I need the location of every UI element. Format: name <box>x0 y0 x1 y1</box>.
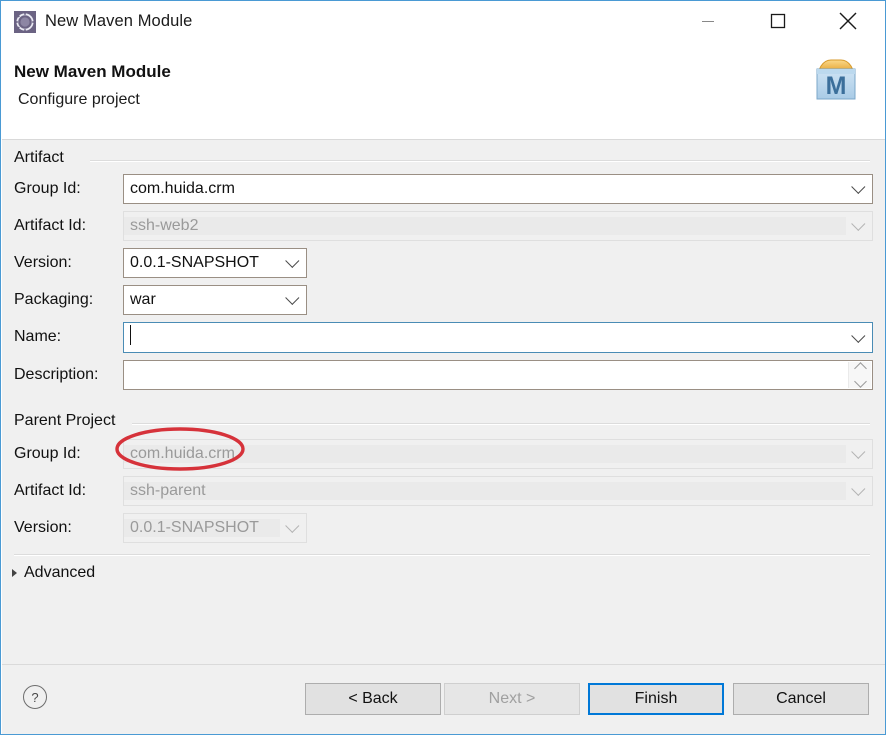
artifact-group-id-value: com.huida.crm <box>124 180 846 198</box>
artifact-packaging-value: war <box>124 291 280 309</box>
form-panel: Artifact Group Id: com.huida.crm Artifac… <box>2 140 885 664</box>
page-title: New Maven Module <box>14 62 171 82</box>
artifact-description-label: Description: <box>14 366 98 384</box>
artifact-description-textarea[interactable] <box>123 360 873 390</box>
minimize-button[interactable] <box>685 1 731 41</box>
maximize-icon <box>770 13 786 29</box>
parent-group-id-combo: com.huida.crm <box>123 439 873 469</box>
artifact-name-combo[interactable] <box>123 322 873 353</box>
minimize-icon <box>701 14 715 28</box>
artifact-group-id-label: Group Id: <box>14 180 81 198</box>
chevron-down-icon[interactable] <box>854 375 867 388</box>
parent-artifact-id-combo: ssh-parent <box>123 476 873 506</box>
parent-group-id-label: Group Id: <box>14 445 81 463</box>
new-maven-module-dialog: New Maven Module New Maven Module Config… <box>0 0 886 735</box>
artifact-group-label: Artifact <box>14 149 72 167</box>
artifact-name-value <box>124 325 846 350</box>
artifact-packaging-label: Packaging: <box>14 291 93 309</box>
back-button[interactable]: < Back <box>305 683 441 715</box>
artifact-artifact-id-label: Artifact Id: <box>14 217 86 235</box>
chevron-down-icon <box>846 477 872 505</box>
chevron-down-icon[interactable] <box>280 249 306 277</box>
chevron-down-icon[interactable] <box>280 286 306 314</box>
parent-artifact-id-value: ssh-parent <box>124 482 846 500</box>
parent-version-value: 0.0.1-SNAPSHOT <box>124 519 280 537</box>
artifact-packaging-combo[interactable]: war <box>123 285 307 315</box>
help-icon[interactable]: ? <box>23 685 47 709</box>
chevron-right-icon <box>12 569 17 577</box>
parent-artifact-id-label: Artifact Id: <box>14 482 86 500</box>
chevron-down-icon <box>846 212 872 240</box>
artifact-group-id-combo[interactable]: com.huida.crm <box>123 174 873 204</box>
text-caret <box>130 325 131 345</box>
maven-m-folder-icon: M <box>809 52 863 104</box>
artifact-artifact-id-value: ssh-web2 <box>124 217 846 235</box>
cancel-button[interactable]: Cancel <box>733 683 869 715</box>
artifact-artifact-id-combo: ssh-web2 <box>123 211 873 241</box>
next-button: Next > <box>444 683 580 715</box>
chevron-down-icon[interactable] <box>846 323 872 352</box>
chevron-down-icon <box>846 440 872 468</box>
artifact-version-combo[interactable]: 0.0.1-SNAPSHOT <box>123 248 307 278</box>
close-button[interactable] <box>825 1 871 41</box>
parent-version-combo: 0.0.1-SNAPSHOT <box>123 513 307 543</box>
parent-project-group-separator <box>132 423 870 425</box>
svg-text:M: M <box>826 72 847 100</box>
chevron-up-icon[interactable] <box>854 362 867 375</box>
advanced-label: Advanced <box>24 564 95 582</box>
chevron-down-icon <box>280 514 306 542</box>
close-icon <box>838 11 858 31</box>
window-title: New Maven Module <box>45 12 192 31</box>
advanced-separator <box>14 554 870 556</box>
chevron-down-icon[interactable] <box>846 175 872 203</box>
parent-version-label: Version: <box>14 519 72 537</box>
help-label: ? <box>31 690 38 705</box>
artifact-name-label: Name: <box>14 328 61 346</box>
parent-project-group-label: Parent Project <box>14 412 123 430</box>
artifact-version-value: 0.0.1-SNAPSHOT <box>124 254 280 272</box>
parent-group-id-value: com.huida.crm <box>124 445 846 463</box>
maximize-button[interactable] <box>755 1 801 41</box>
page-subtitle: Configure project <box>18 91 140 109</box>
maven-gear-icon <box>14 11 36 33</box>
artifact-version-label: Version: <box>14 254 72 272</box>
dialog-footer: ? < Back Next > Finish Cancel <box>2 664 885 735</box>
title-bar: New Maven Module <box>1 1 885 42</box>
description-spinner[interactable] <box>848 362 871 388</box>
advanced-toggle[interactable]: Advanced <box>12 564 95 582</box>
wizard-header: New Maven Module Configure project <box>2 42 885 140</box>
finish-button[interactable]: Finish <box>588 683 724 715</box>
artifact-group-separator <box>90 160 870 162</box>
